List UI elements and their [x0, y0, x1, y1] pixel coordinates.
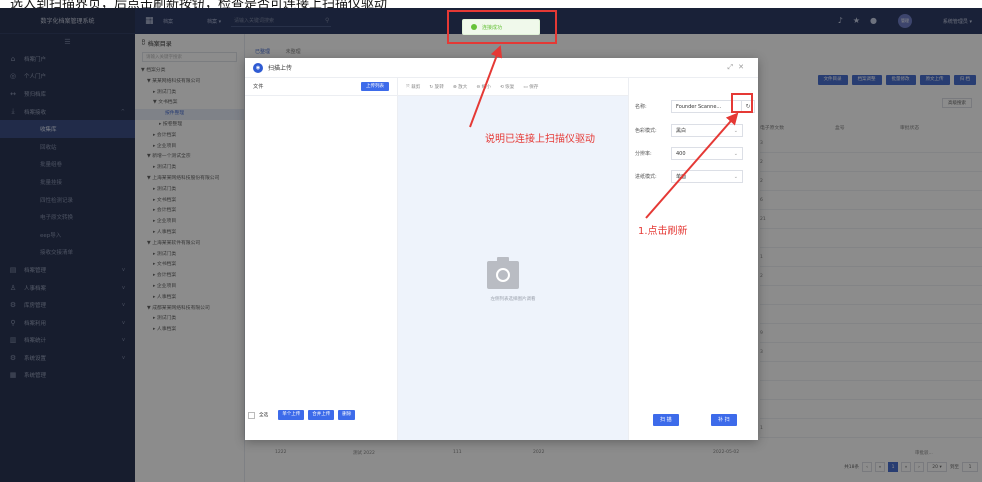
canvas-tip: 左侧列表选择图片调看 [490, 297, 536, 302]
image-tool-button[interactable]: ↻ 旋转 [429, 84, 444, 90]
resolution-field: 分辨率: 400 ⌄ [635, 147, 743, 160]
select-all-label: 全选 [259, 413, 269, 418]
single-upload-button[interactable]: 单个上传 [278, 410, 305, 420]
file-list-actions: 全选 单个上传 合并上传 删除 [248, 410, 356, 420]
caption-text: 选入到扫描界页，后点击刷新按钮，检查是否可连接上扫描仪驱动 [10, 0, 388, 8]
scan-button[interactable]: 扫 描 [653, 414, 679, 426]
rescan-button[interactable]: 补 扫 [711, 414, 737, 426]
image-canvas[interactable]: 左侧列表选择图片调看 [398, 96, 628, 440]
file-list-panel: 文件 上传列表 全选 单个上传 合并上传 删除 [245, 78, 398, 440]
image-toolbar: ⤧ 裁剪 ↻ 旋转 ⊕ 放大 ⊖ 缩小 ⟲ 恢复 ▭ 保存 [398, 78, 628, 96]
image-tool-button[interactable]: ⟲ 恢复 [500, 84, 515, 90]
image-tool-button[interactable]: ⊖ 缩小 [476, 84, 491, 90]
scanner-settings: 名称: Founder Scanne... ↻ 色彩模式: 黑白 ⌄ 分辨率: 4… [628, 78, 758, 440]
chevron-down-icon: ⌄ [733, 128, 738, 134]
toast-highlight-box [447, 10, 557, 44]
dialog-tools: ⤢✕ [728, 63, 749, 72]
chevron-down-icon: ⌄ [733, 151, 738, 157]
caption-strip: 选入到扫描界页，后点击刷新按钮，检查是否可连接上扫描仪驱动 [0, 0, 982, 8]
dialog-header: ◉ 扫描上传 ⤢✕ [245, 58, 758, 78]
refresh-highlight-box [731, 93, 753, 113]
file-list-header: 文件 上传列表 [245, 78, 397, 96]
merge-upload-button[interactable]: 合并上传 [308, 410, 335, 420]
annotation-click-refresh: 1.点击刷新 [638, 226, 688, 237]
scanner-name-field: 名称: Founder Scanne... [635, 100, 743, 113]
scan-icon: ◉ [253, 62, 263, 73]
color-mode-select[interactable]: 黑白 ⌄ [671, 124, 743, 137]
camera-icon [487, 257, 519, 289]
chevron-down-icon: ⌄ [733, 174, 738, 180]
upload-list-button[interactable]: 上传列表 [361, 82, 389, 91]
maximize-icon[interactable]: ⤢ [728, 63, 739, 71]
resolution-label: 分辨率: [635, 151, 652, 157]
delete-button[interactable]: 删除 [338, 410, 356, 420]
paper-mode-field: 进纸模式: 单面 ⌄ [635, 170, 743, 183]
image-tool-button[interactable]: ⊕ 放大 [453, 84, 468, 90]
color-mode-field: 色彩模式: 黑白 ⌄ [635, 124, 743, 137]
close-icon[interactable]: ✕ [738, 63, 749, 71]
paper-mode-select[interactable]: 单面 ⌄ [671, 170, 743, 183]
scan-upload-dialog: ◉ 扫描上传 ⤢✕ 文件 上传列表 全选 单个上传 合并上传 删除 ⤧ 裁剪 ↻ … [245, 58, 758, 440]
dialog-title: 扫描上传 [268, 65, 293, 72]
paper-mode-label: 进纸模式: [635, 174, 657, 180]
annotation-driver-connected: 说明已连接上扫描仪驱动 [485, 134, 595, 145]
scanner-name-label: 名称: [635, 104, 647, 110]
image-tool-button[interactable]: ⤧ 裁剪 [406, 84, 420, 90]
resolution-select[interactable]: 400 ⌄ [671, 147, 743, 160]
select-all-checkbox[interactable] [248, 411, 255, 419]
color-mode-label: 色彩模式: [635, 128, 657, 134]
file-label: 文件 [253, 84, 264, 90]
image-tool-button[interactable]: ▭ 保存 [523, 84, 538, 90]
